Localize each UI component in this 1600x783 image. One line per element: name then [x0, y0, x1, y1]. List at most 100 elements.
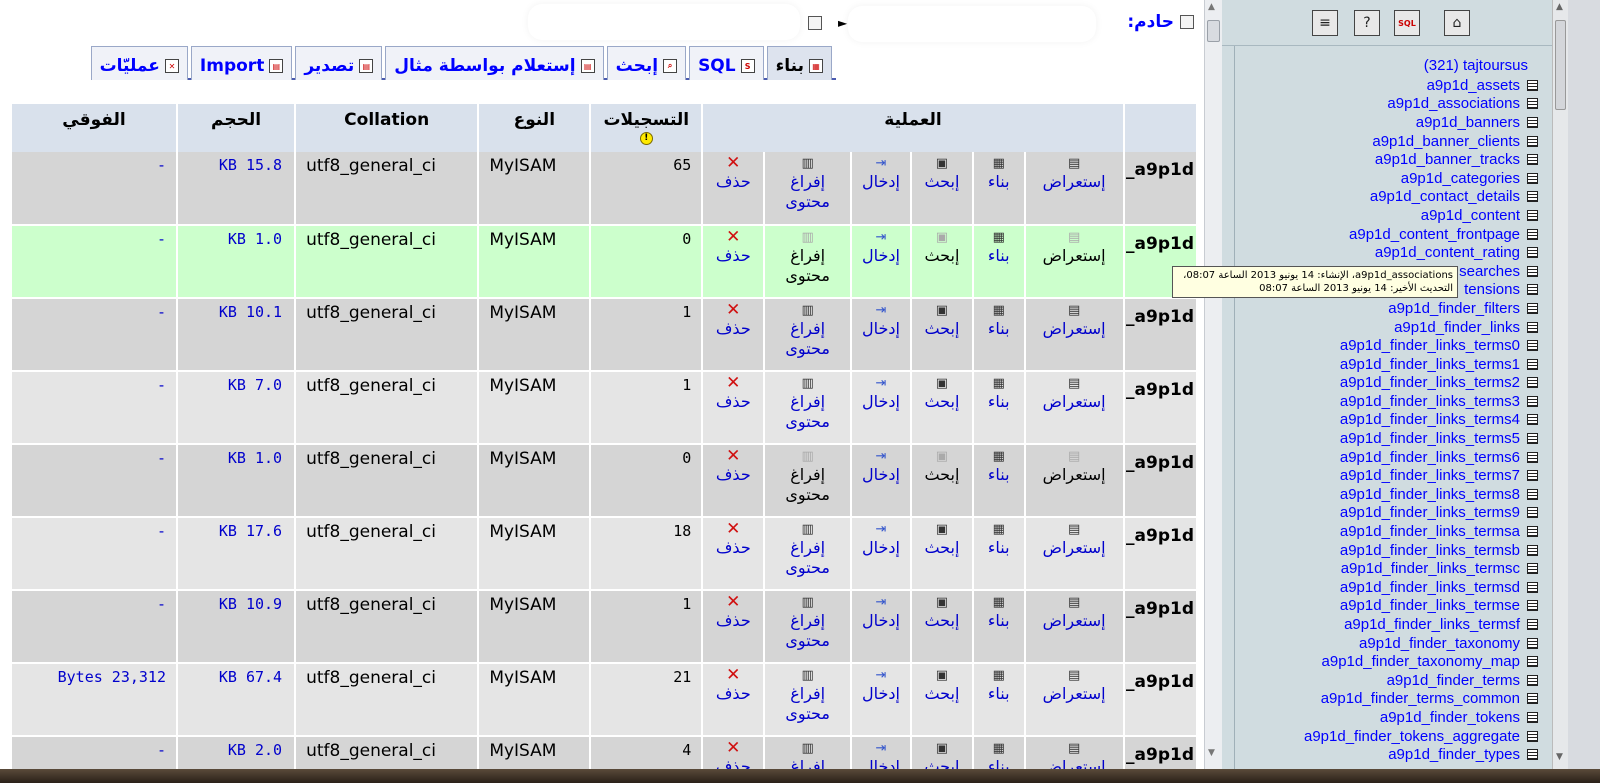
nav-table-item[interactable]: a9p1d_finder_links_terms2	[1304, 374, 1538, 393]
table-icon[interactable]	[1527, 340, 1538, 352]
nav-table-item[interactable]: a9p1d_finder_filters	[1304, 299, 1538, 318]
op-browse[interactable]: ▤ إستعراض	[1024, 736, 1125, 769]
nav-table-item[interactable]: a9p1d_finder_links	[1304, 318, 1538, 337]
nav-table-item[interactable]: a9p1d_finder_links_termsa	[1304, 522, 1538, 541]
nav-table-item[interactable]: a9p1d_finder_links_terms7	[1304, 466, 1538, 485]
table-row[interactable]: a9p1d_▤إستعراض▦بناء▣إبحث⇥إدخال▥إفراغمحتو…	[12, 736, 1199, 769]
table-row[interactable]: a9p1d_▤إستعراض▦بناء▣إبحث⇥إدخال▥إفراغمحتو…	[12, 225, 1199, 299]
docs-icon[interactable]: ≡	[1312, 10, 1338, 36]
table-name-link[interactable]: a9p1d_	[1123, 152, 1199, 226]
op-insert[interactable]: ⇥ إدخال	[851, 663, 912, 737]
header-size[interactable]: الحجم	[177, 104, 297, 152]
table-row[interactable]: a9p1d_▤إستعراض▦بناء▣إبحث⇥إدخال▥إفراغمحتو…	[12, 444, 1199, 518]
nav-scroll-down-icon[interactable]: ▼	[1556, 752, 1563, 762]
table-row[interactable]: a9p1d_▤إستعراض▦بناء▣إبحث⇥إدخال▥إفراغمحتو…	[12, 517, 1199, 591]
op-empty[interactable]: ▥إفراغمحتوى	[764, 298, 853, 372]
op-structure[interactable]: ▦ بناء	[972, 152, 1026, 226]
op-browse[interactable]: ▤ إستعراض	[1024, 371, 1125, 445]
table-icon[interactable]	[1527, 656, 1538, 668]
op-insert[interactable]: ⇥ إدخال	[851, 371, 912, 445]
nav-table-item[interactable]: a9p1d_finder_links_terms5	[1304, 429, 1538, 448]
table-icon[interactable]	[1527, 711, 1538, 723]
nav-table-item[interactable]: a9p1d_finder_terms_common	[1304, 690, 1538, 709]
table-name-link[interactable]: a9p1d_	[1123, 663, 1199, 737]
table-icon[interactable]	[1527, 563, 1538, 575]
op-empty[interactable]: ▥إفراغمحتوى	[764, 371, 853, 445]
table-name-link[interactable]: a9p1d_	[1123, 298, 1199, 372]
op-browse[interactable]: ▤ إستعراض	[1024, 444, 1125, 518]
database-name-link[interactable]: (321) tajtoursus	[1424, 57, 1528, 74]
op-empty[interactable]: ▥إفراغمحتوى	[764, 590, 853, 664]
op-structure[interactable]: ▦ بناء	[972, 590, 1026, 664]
size-value[interactable]: KB 10.1	[177, 298, 297, 372]
table-icon[interactable]	[1527, 414, 1538, 426]
table-icon[interactable]	[1527, 265, 1538, 277]
size-value[interactable]: KB 1.0	[177, 444, 297, 518]
nav-table-item[interactable]: a9p1d_finder_links_terms3	[1304, 392, 1538, 411]
sql-window-icon[interactable]: SQL	[1394, 10, 1420, 36]
tab-1[interactable]: S SQL	[689, 46, 764, 80]
op-drop[interactable]: ✕ حذف	[702, 152, 766, 226]
table-row[interactable]: a9p1d_▤إستعراض▦بناء▣إبحث⇥إدخال▥إفراغمحتو…	[12, 371, 1199, 445]
op-empty[interactable]: ▥إفراغمحتوى	[764, 444, 853, 518]
table-icon[interactable]	[1527, 507, 1538, 519]
table-row[interactable]: a9p1d_▤إستعراض▦بناء▣إبحث⇥إدخال▥إفراغمحتو…	[12, 590, 1199, 664]
op-drop[interactable]: ✕ حذف	[702, 663, 766, 737]
tab-6[interactable]: ✕ عمليّات	[90, 46, 188, 80]
size-value[interactable]: KB 1.0	[177, 225, 297, 299]
header-records[interactable]: التسجيلات !	[590, 104, 704, 152]
op-browse[interactable]: ▤ إستعراض	[1024, 225, 1125, 299]
nav-table-item[interactable]: a9p1d_finder_links_terms6	[1304, 448, 1538, 467]
nav-table-item[interactable]: a9p1d_content	[1304, 206, 1538, 225]
header-type[interactable]: النوع	[478, 104, 592, 152]
op-structure[interactable]: ▦ بناء	[972, 225, 1026, 299]
table-icon[interactable]	[1527, 135, 1538, 147]
nav-table-item[interactable]: a9p1d_finder_taxonomy_map	[1304, 652, 1538, 671]
nav-table-item[interactable]: a9p1d_finder_links_termse	[1304, 597, 1538, 616]
nav-table-item[interactable]: a9p1d_categories	[1304, 169, 1538, 188]
op-search[interactable]: ▣ إبحث	[910, 517, 974, 591]
table-icon[interactable]	[1527, 377, 1538, 389]
tab-3[interactable]: ▤ إستعلام بواسطة مثال	[385, 46, 604, 80]
table-icon[interactable]	[1527, 191, 1538, 203]
table-name-link[interactable]: a9p1d_	[1123, 736, 1199, 769]
op-browse[interactable]: ▤ إستعراض	[1024, 517, 1125, 591]
nav-table-item[interactable]: a9p1d_content_frontpage	[1304, 225, 1538, 244]
op-insert[interactable]: ⇥ إدخال	[851, 298, 912, 372]
nav-scroll-up-icon[interactable]: ▲	[1556, 2, 1563, 12]
table-name-link[interactable]: a9p1d_	[1123, 444, 1199, 518]
nav-table-item[interactable]: a9p1d_content_rating	[1304, 243, 1538, 262]
scroll-thumb[interactable]	[1207, 20, 1220, 42]
table-icon[interactable]	[1527, 526, 1538, 538]
header-overhead[interactable]: الفوقي	[12, 104, 178, 152]
op-insert[interactable]: ⇥ إدخال	[851, 444, 912, 518]
op-browse[interactable]: ▤ إستعراض	[1024, 298, 1125, 372]
table-icon[interactable]	[1527, 544, 1538, 556]
nav-table-item[interactable]: a9p1d_contact_details	[1304, 188, 1538, 207]
nav-table-item[interactable]: a9p1d_finder_links_terms1	[1304, 355, 1538, 374]
tab-4[interactable]: ▤ تصدير	[295, 46, 383, 80]
server-crumb[interactable]: حادم:	[1127, 12, 1194, 32]
table-icon[interactable]	[1527, 79, 1538, 91]
size-value[interactable]: KB 67.4	[177, 663, 297, 737]
table-icon[interactable]	[1527, 674, 1538, 686]
table-icon[interactable]	[1527, 247, 1538, 259]
op-browse[interactable]: ▤ إستعراض	[1024, 663, 1125, 737]
op-drop[interactable]: ✕ حذف	[702, 444, 766, 518]
op-empty[interactable]: ▥إفراغمحتوى	[764, 517, 853, 591]
op-empty[interactable]: ▥إفراغمحتوى	[764, 736, 853, 769]
table-row[interactable]: a9p1d_▤إستعراض▦بناء▣إبحث⇥إدخال▥إفراغمحتو…	[12, 298, 1199, 372]
nav-table-item[interactable]: a9p1d_banner_clients	[1304, 132, 1538, 151]
table-icon[interactable]	[1527, 637, 1538, 649]
op-search[interactable]: ▣ إبحث	[910, 298, 974, 372]
table-icon[interactable]	[1527, 488, 1538, 500]
table-icon[interactable]	[1527, 693, 1538, 705]
table-row[interactable]: a9p1d_▤إستعراض▦بناء▣إبحث⇥إدخال▥إفراغمحتو…	[12, 663, 1199, 737]
size-value[interactable]: KB 7.0	[177, 371, 297, 445]
op-structure[interactable]: ▦ بناء	[972, 736, 1026, 769]
op-empty[interactable]: ▥إفراغمحتوى	[764, 152, 853, 226]
table-icon[interactable]	[1527, 228, 1538, 240]
op-browse[interactable]: ▤ إستعراض	[1024, 590, 1125, 664]
nav-table-item[interactable]: a9p1d_finder_taxonomy	[1304, 634, 1538, 653]
op-search[interactable]: ▣ إبحث	[910, 590, 974, 664]
